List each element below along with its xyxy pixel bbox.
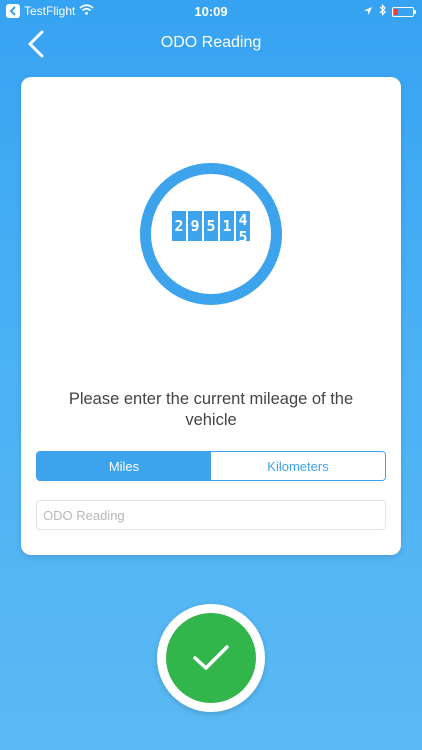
odometer-digit: 9: [188, 211, 202, 241]
rolling-digit-top: 4: [238, 211, 248, 229]
kilometers-segment[interactable]: Kilometers: [211, 452, 385, 480]
odometer-digit: 1: [220, 211, 234, 241]
miles-segment[interactable]: Miles: [37, 452, 211, 480]
confirm-button[interactable]: [157, 604, 265, 712]
battery-level: [394, 8, 398, 15]
odo-reading-input[interactable]: [36, 500, 386, 530]
battery-icon: [392, 6, 416, 17]
status-right: [363, 4, 416, 19]
odometer-digit: 2: [172, 211, 186, 241]
odo-card: 2 9 5 1 4 5 Please enter the current mil…: [21, 77, 401, 555]
unit-segmented-control: Miles Kilometers: [36, 451, 386, 481]
odometer-digit: 5: [204, 211, 218, 241]
nav-bar: ODO Reading: [0, 22, 422, 66]
page-title: ODO Reading: [160, 34, 262, 51]
odometer-display: 2 9 5 1 4 5: [172, 211, 250, 241]
location-arrow-icon: [363, 5, 373, 19]
mileage-prompt: Please enter the current mileage of the …: [68, 390, 354, 429]
status-time: 10:09: [194, 4, 228, 19]
confirm-button-fill: [166, 613, 256, 703]
rolling-digit-bottom: 5: [238, 228, 248, 241]
status-bar: TestFlight 10:09: [0, 0, 422, 22]
bluetooth-icon: [379, 4, 386, 19]
odometer-rolling-digit: 4 5: [236, 211, 250, 241]
checkmark-icon: [193, 645, 229, 670]
